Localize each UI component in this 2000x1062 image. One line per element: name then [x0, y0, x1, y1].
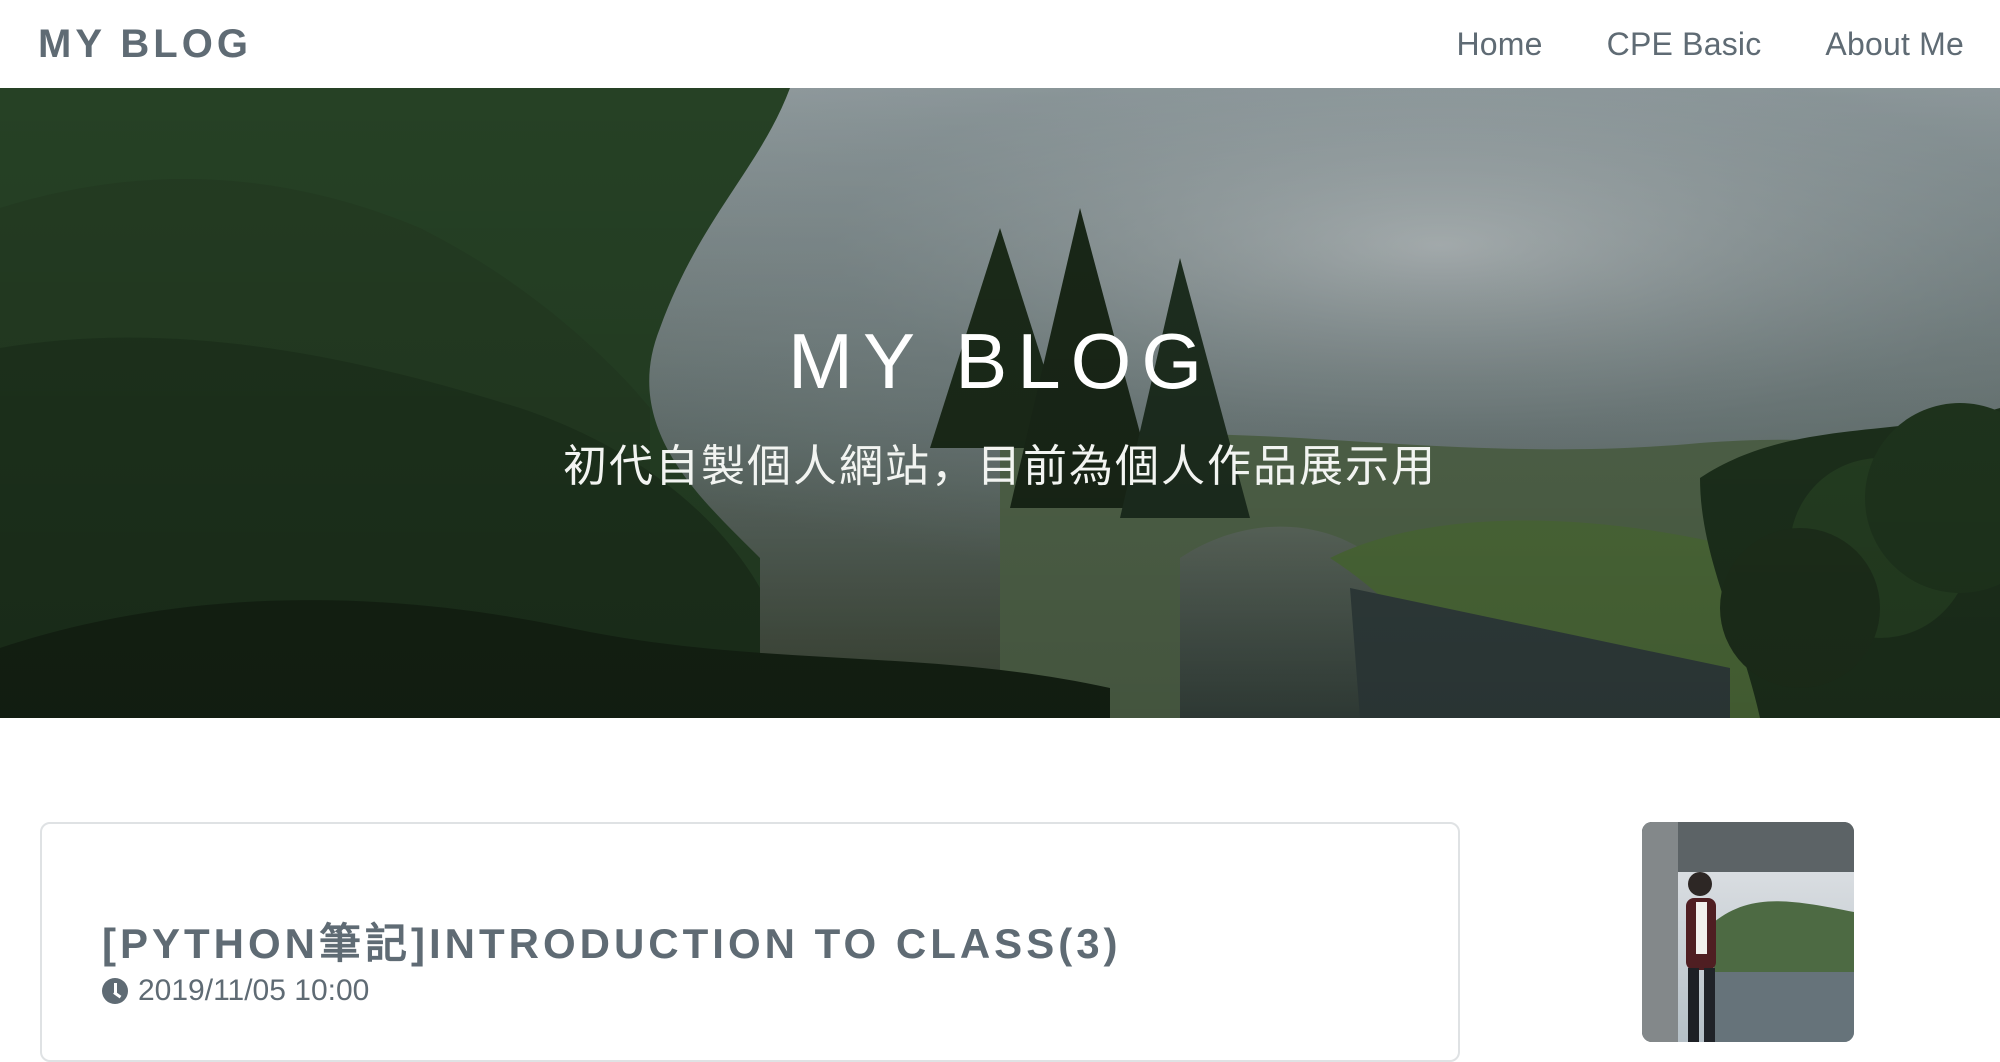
top-navbar: MY BLOG Home CPE Basic About Me: [0, 0, 2000, 88]
nav-cpe-basic-link[interactable]: CPE Basic: [1607, 26, 1762, 63]
post-meta: 2019/11/05 10:00: [102, 974, 369, 1008]
clock-icon: [102, 978, 128, 1004]
profile-photo: [1642, 822, 1854, 1042]
post-title[interactable]: [PYTHON筆記]INTRODUCTION TO CLASS(3): [102, 910, 1122, 971]
hero-banner: MY BLOG 初代自製個人網站，目前為個人作品展示用: [0, 88, 2000, 718]
nav-home-link[interactable]: Home: [1457, 26, 1543, 63]
brand-link[interactable]: MY BLOG: [38, 22, 252, 67]
nav-about-me-link[interactable]: About Me: [1825, 26, 1964, 63]
post-date: 2019/11/05 10:00: [138, 974, 370, 1007]
profile-photo-card: [1642, 822, 1854, 1042]
hero-subtitle: 初代自製個人網站，目前為個人作品展示用: [563, 442, 1437, 491]
post-preview-card[interactable]: [PYTHON筆記]INTRODUCTION TO CLASS(3) 2019/…: [40, 822, 1460, 1062]
hero-title: MY BLOG: [787, 317, 1212, 405]
main-navigation: Home CPE Basic About Me: [1457, 26, 1965, 63]
